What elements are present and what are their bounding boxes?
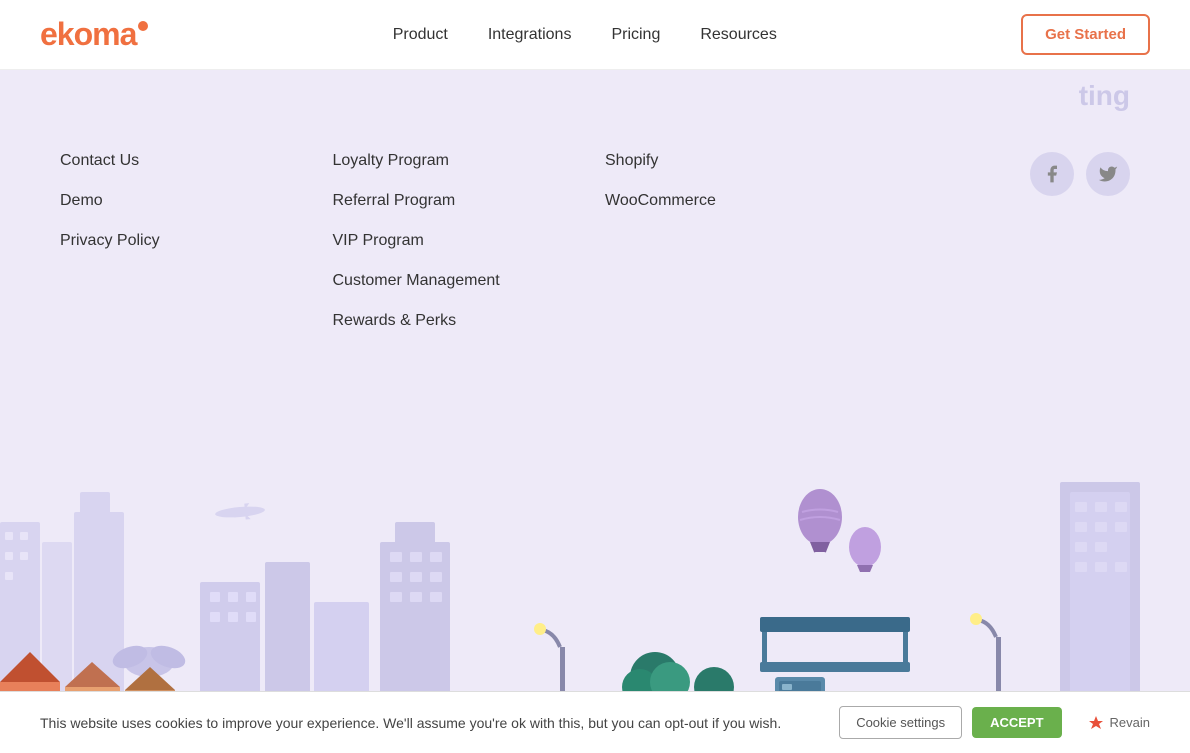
footer-links-grid: Contact Us Demo Privacy Policy Loyalty P… bbox=[60, 152, 1130, 372]
footer-link-demo[interactable]: Demo bbox=[60, 192, 313, 210]
top-partial-section: ting bbox=[0, 70, 1190, 122]
footer-link-customer-management[interactable]: Customer Management bbox=[333, 272, 586, 290]
revain-text: Revain bbox=[1110, 715, 1150, 730]
nav-resources[interactable]: Resources bbox=[700, 26, 776, 44]
footer-col-social bbox=[878, 152, 1131, 352]
cookie-accept-button[interactable]: ACCEPT bbox=[972, 707, 1061, 738]
footer-link-vip-program[interactable]: VIP Program bbox=[333, 232, 586, 250]
footer-link-contact-us[interactable]: Contact Us bbox=[60, 152, 313, 170]
facebook-icon[interactable] bbox=[1030, 152, 1074, 196]
main-nav: Product Integrations Pricing Resources bbox=[393, 26, 777, 44]
footer-link-referral-program[interactable]: Referral Program bbox=[333, 192, 586, 210]
footer-link-shopify[interactable]: Shopify bbox=[605, 152, 858, 170]
get-started-button[interactable]: Get Started bbox=[1021, 14, 1150, 55]
logo-dot bbox=[138, 21, 148, 31]
twitter-icon[interactable] bbox=[1086, 152, 1130, 196]
logo: ekoma bbox=[40, 16, 148, 53]
footer-col-1: Contact Us Demo Privacy Policy bbox=[60, 152, 313, 352]
cookie-buttons: Cookie settings ACCEPT Revain bbox=[839, 706, 1150, 739]
footer-link-woocommerce[interactable]: WooCommerce bbox=[605, 192, 858, 210]
logo-text[interactable]: ekoma bbox=[40, 16, 136, 53]
partial-text: ting bbox=[1079, 80, 1130, 122]
nav-pricing[interactable]: Pricing bbox=[611, 26, 660, 44]
footer-link-privacy-policy[interactable]: Privacy Policy bbox=[60, 232, 313, 250]
footer-link-loyalty-program[interactable]: Loyalty Program bbox=[333, 152, 586, 170]
nav-integrations[interactable]: Integrations bbox=[488, 26, 572, 44]
cookie-message: This website uses cookies to improve you… bbox=[40, 715, 819, 731]
footer-col-2: Loyalty Program Referral Program VIP Pro… bbox=[333, 152, 586, 352]
footer-col-3: Shopify WooCommerce bbox=[605, 152, 858, 352]
footer-link-rewards-perks[interactable]: Rewards & Perks bbox=[333, 312, 586, 330]
revain-badge: Revain bbox=[1088, 715, 1150, 731]
footer-section: Contact Us Demo Privacy Policy Loyalty P… bbox=[0, 122, 1190, 742]
cookie-banner: This website uses cookies to improve you… bbox=[0, 691, 1190, 753]
cookie-settings-button[interactable]: Cookie settings bbox=[839, 706, 962, 739]
nav-product[interactable]: Product bbox=[393, 26, 448, 44]
header: ekoma Product Integrations Pricing Resou… bbox=[0, 0, 1190, 70]
social-icons-group bbox=[1030, 152, 1130, 196]
